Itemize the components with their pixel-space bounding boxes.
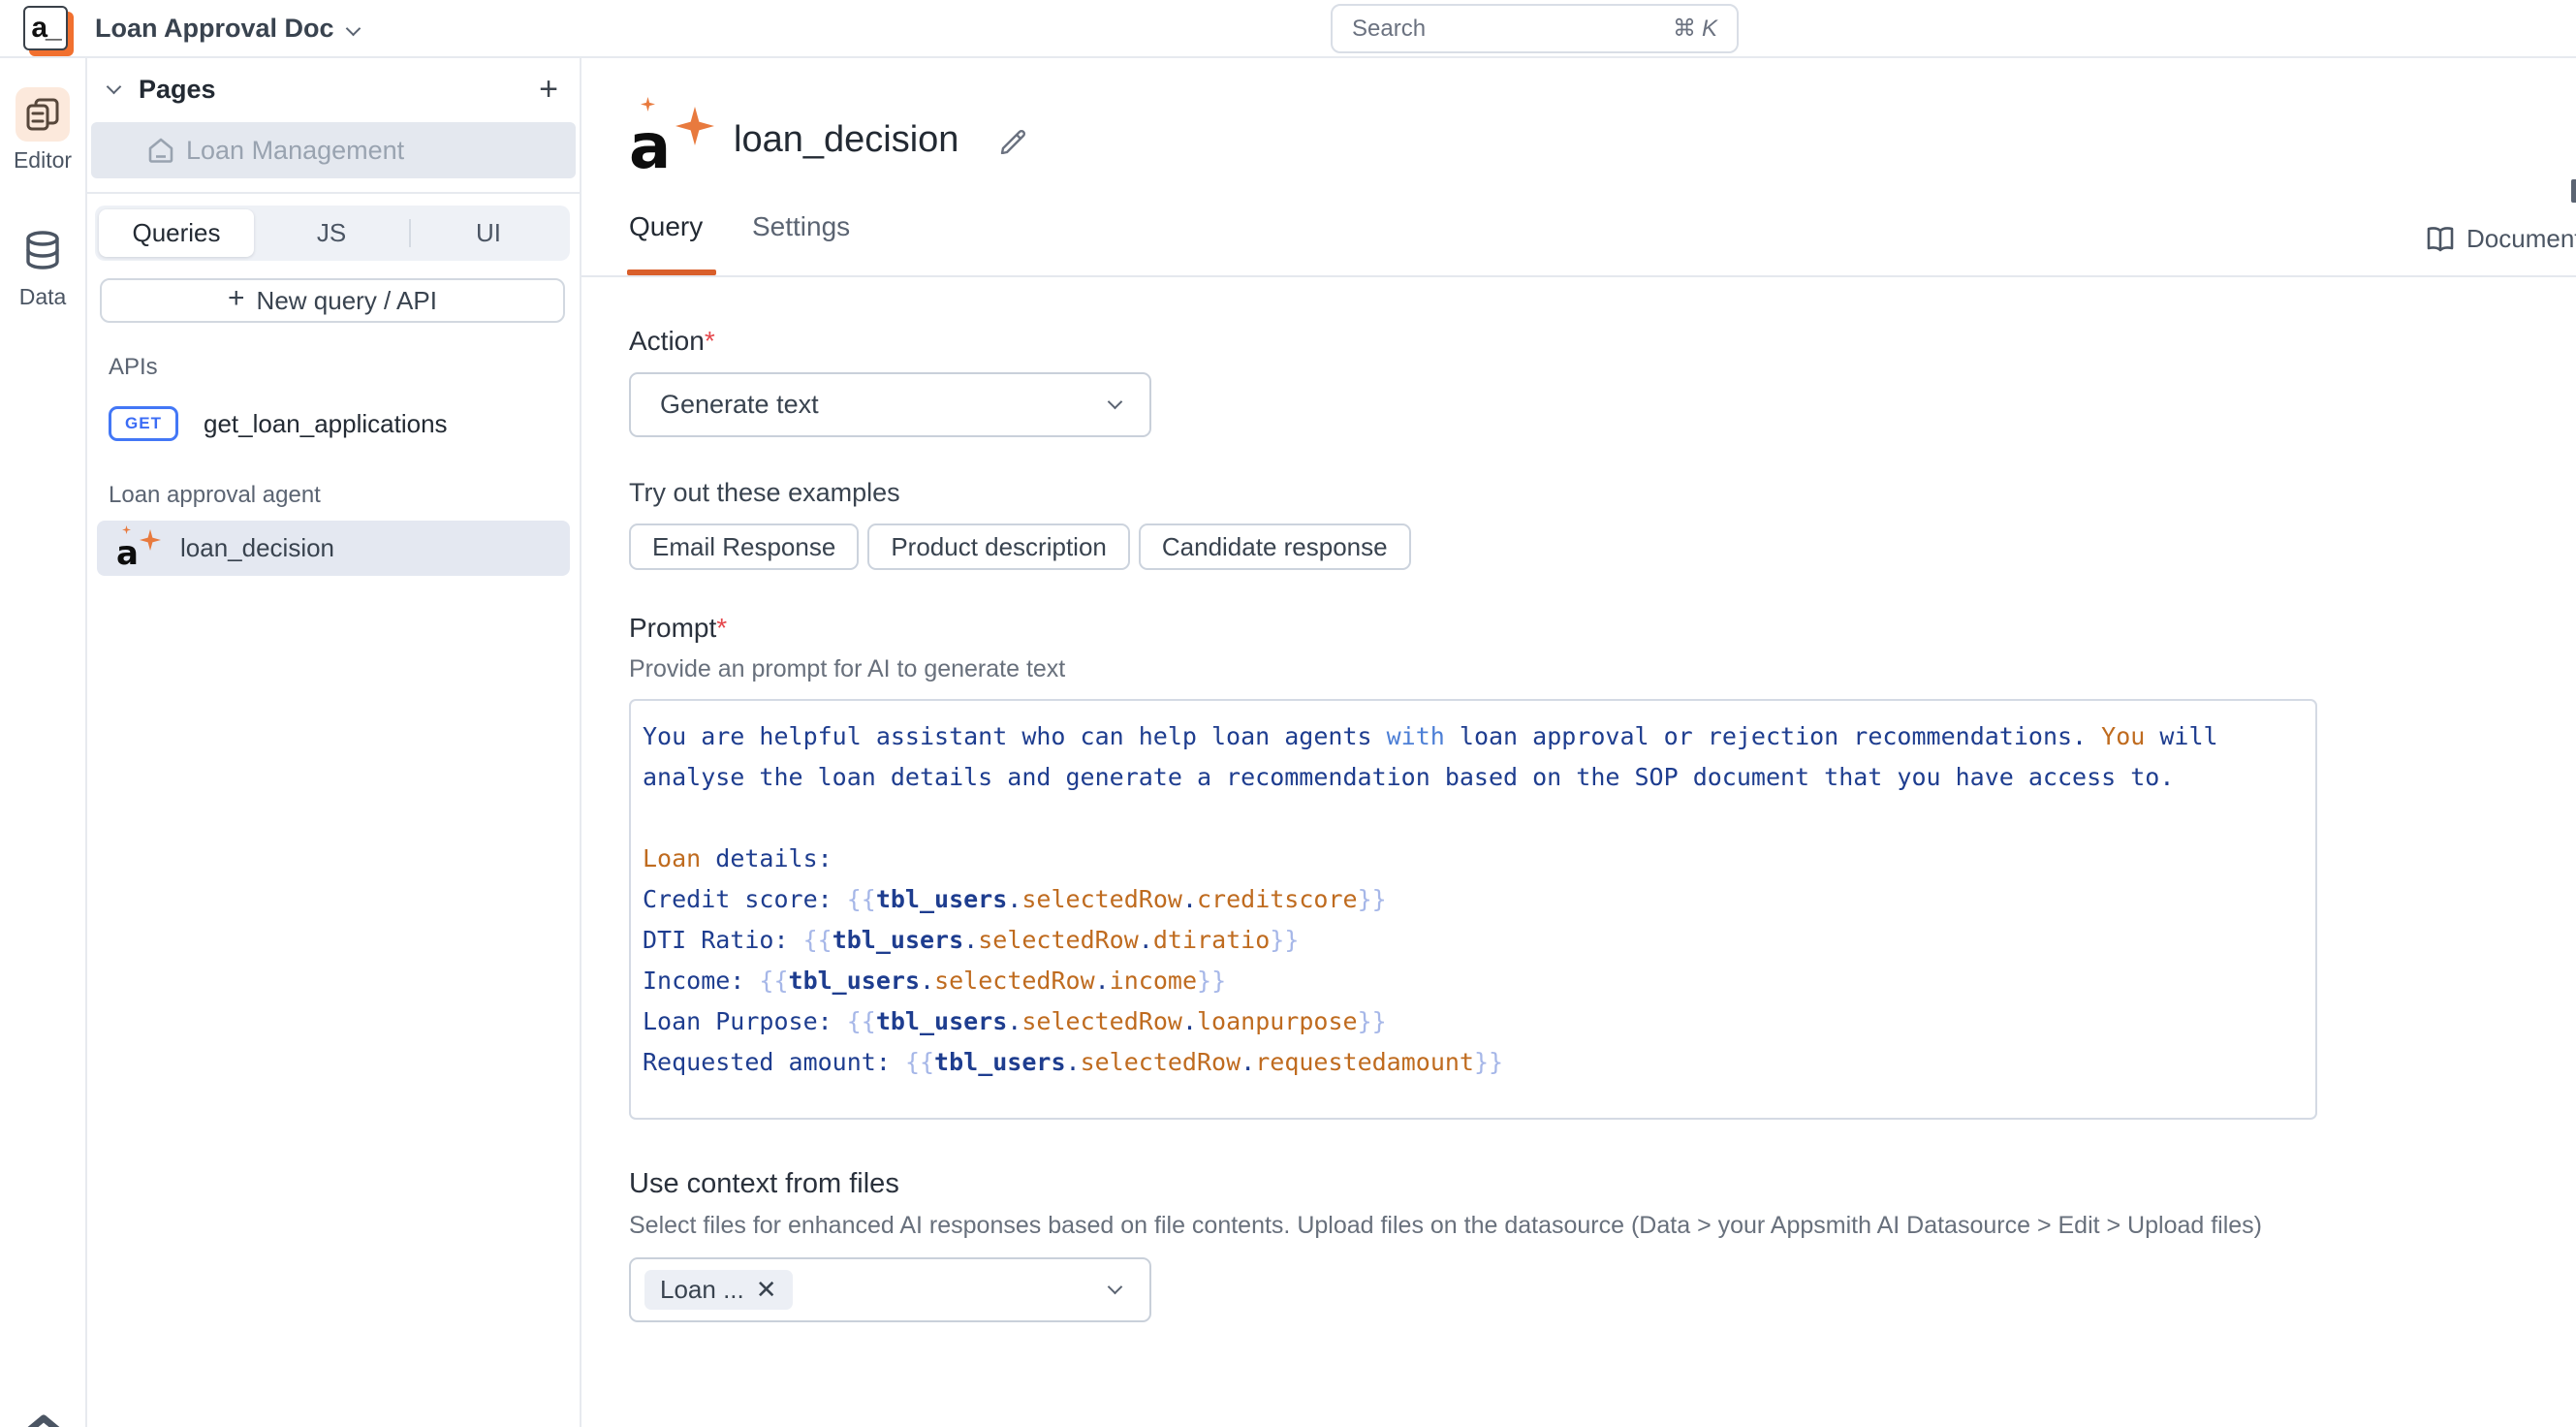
- documentation-link[interactable]: Documentation: [2426, 224, 2576, 254]
- app-title-chevron-down-icon[interactable]: [345, 20, 361, 36]
- ai-sparkle-icon-large: a: [629, 101, 708, 178]
- home-icon: [147, 137, 174, 164]
- add-page-button[interactable]: +: [539, 73, 558, 106]
- example-chip-product-description[interactable]: Product description: [867, 523, 1130, 570]
- page-item-loan-management[interactable]: Loan Management: [91, 122, 576, 178]
- query-header: a loan_decision: [581, 58, 2576, 178]
- example-chip-email-response[interactable]: Email Response: [629, 523, 859, 570]
- pages-title: Pages: [139, 75, 216, 105]
- apis-group-label: APIs: [109, 354, 566, 381]
- documentation-label: Documentation: [2466, 224, 2576, 254]
- required-asterisk: *: [705, 326, 715, 356]
- new-query-button[interactable]: + New query / API: [100, 278, 565, 323]
- tab-settings[interactable]: Settings: [752, 211, 850, 275]
- api-item-label: get_loan_applications: [204, 409, 448, 439]
- app-title: Loan Approval Doc: [95, 14, 334, 44]
- chevron-down-icon: [1108, 1280, 1123, 1295]
- prompt-help-text: Provide an prompt for AI to generate tex…: [629, 655, 2576, 683]
- context-files-label: Use context from files: [629, 1168, 2576, 1200]
- selected-file-chip-label: Loan ...: [660, 1275, 744, 1305]
- example-chips: Email Response Product description Candi…: [629, 523, 2576, 570]
- pages-sidebar: Pages + Loan Management Queries JS UI + …: [87, 58, 581, 1427]
- selected-file-chip: Loan ... ✕: [644, 1270, 793, 1310]
- main-panel: a loan_decision Query Settings Docume: [581, 58, 2576, 1427]
- prompt-code[interactable]: You are helpful assistant who can help l…: [629, 699, 2317, 1120]
- tab-queries[interactable]: Queries: [99, 209, 254, 257]
- required-asterisk: *: [716, 613, 727, 643]
- context-files-help-text: Select files for enhanced AI responses b…: [629, 1212, 2576, 1240]
- database-icon: [16, 224, 70, 278]
- query-title: loan_decision: [734, 119, 958, 161]
- tab-js[interactable]: JS: [254, 209, 409, 257]
- tab-ui[interactable]: UI: [411, 209, 566, 257]
- page-item-label: Loan Management: [186, 136, 404, 166]
- plus-icon: +: [228, 282, 245, 315]
- action-select[interactable]: Generate text: [629, 372, 1151, 437]
- context-files-multiselect[interactable]: Loan ... ✕: [629, 1257, 1151, 1322]
- appsmith-logo[interactable]: a_: [23, 6, 68, 50]
- ai-sparkle-icon: a: [116, 527, 159, 570]
- new-query-button-label: New query / API: [257, 286, 437, 316]
- query-form: Action* Generate text Try out these exam…: [581, 277, 2576, 1322]
- appsmith-logo-text: a_: [31, 12, 59, 45]
- clipped-edge-icon[interactable]: [2571, 179, 2576, 203]
- libraries-partial-icon[interactable]: [17, 1413, 70, 1427]
- examples-label: Try out these examples: [629, 478, 2576, 508]
- editor-pages-icon: [16, 87, 70, 142]
- remove-file-close-icon[interactable]: ✕: [756, 1275, 777, 1305]
- agent-group-label: Loan approval agent: [109, 482, 566, 509]
- chevron-down-icon: [1108, 395, 1123, 410]
- search-placeholder: Search: [1352, 16, 1426, 43]
- sidebar-segmented-control: Queries JS UI: [95, 206, 570, 261]
- book-icon: [2426, 226, 2455, 253]
- rail-item-data[interactable]: Data: [16, 224, 70, 310]
- search-shortcut: ⌘K: [1673, 15, 1717, 43]
- pages-collapse-chevron-icon[interactable]: [107, 79, 122, 94]
- example-chip-candidate-response[interactable]: Candidate response: [1139, 523, 1411, 570]
- prompt-label: Prompt*: [629, 613, 2576, 644]
- action-select-value: Generate text: [660, 390, 819, 420]
- query-item-label: loan_decision: [180, 533, 334, 563]
- query-tabs: Query Settings Documentation: [581, 213, 2576, 277]
- pages-header: Pages +: [87, 58, 580, 120]
- query-item-loan-decision[interactable]: a loan_decision: [97, 521, 570, 576]
- rail-item-editor[interactable]: Editor: [14, 87, 72, 174]
- action-label: Action*: [629, 326, 2576, 357]
- left-rail: Editor Data: [0, 58, 87, 1427]
- queries-panel: + New query / API APIs GET get_loan_appl…: [87, 261, 580, 576]
- rail-label-editor: Editor: [14, 147, 72, 174]
- search-input[interactable]: Search ⌘K: [1331, 4, 1739, 53]
- api-item-get-loan-applications[interactable]: GET get_loan_applications: [100, 396, 566, 451]
- get-method-badge: GET: [109, 406, 178, 441]
- rail-label-data: Data: [19, 284, 67, 310]
- rename-pencil-icon[interactable]: [997, 125, 1026, 154]
- top-bar: a_ Loan Approval Doc Search ⌘K: [0, 0, 2576, 58]
- sidebar-divider: [87, 192, 580, 194]
- tab-query[interactable]: Query: [629, 211, 703, 275]
